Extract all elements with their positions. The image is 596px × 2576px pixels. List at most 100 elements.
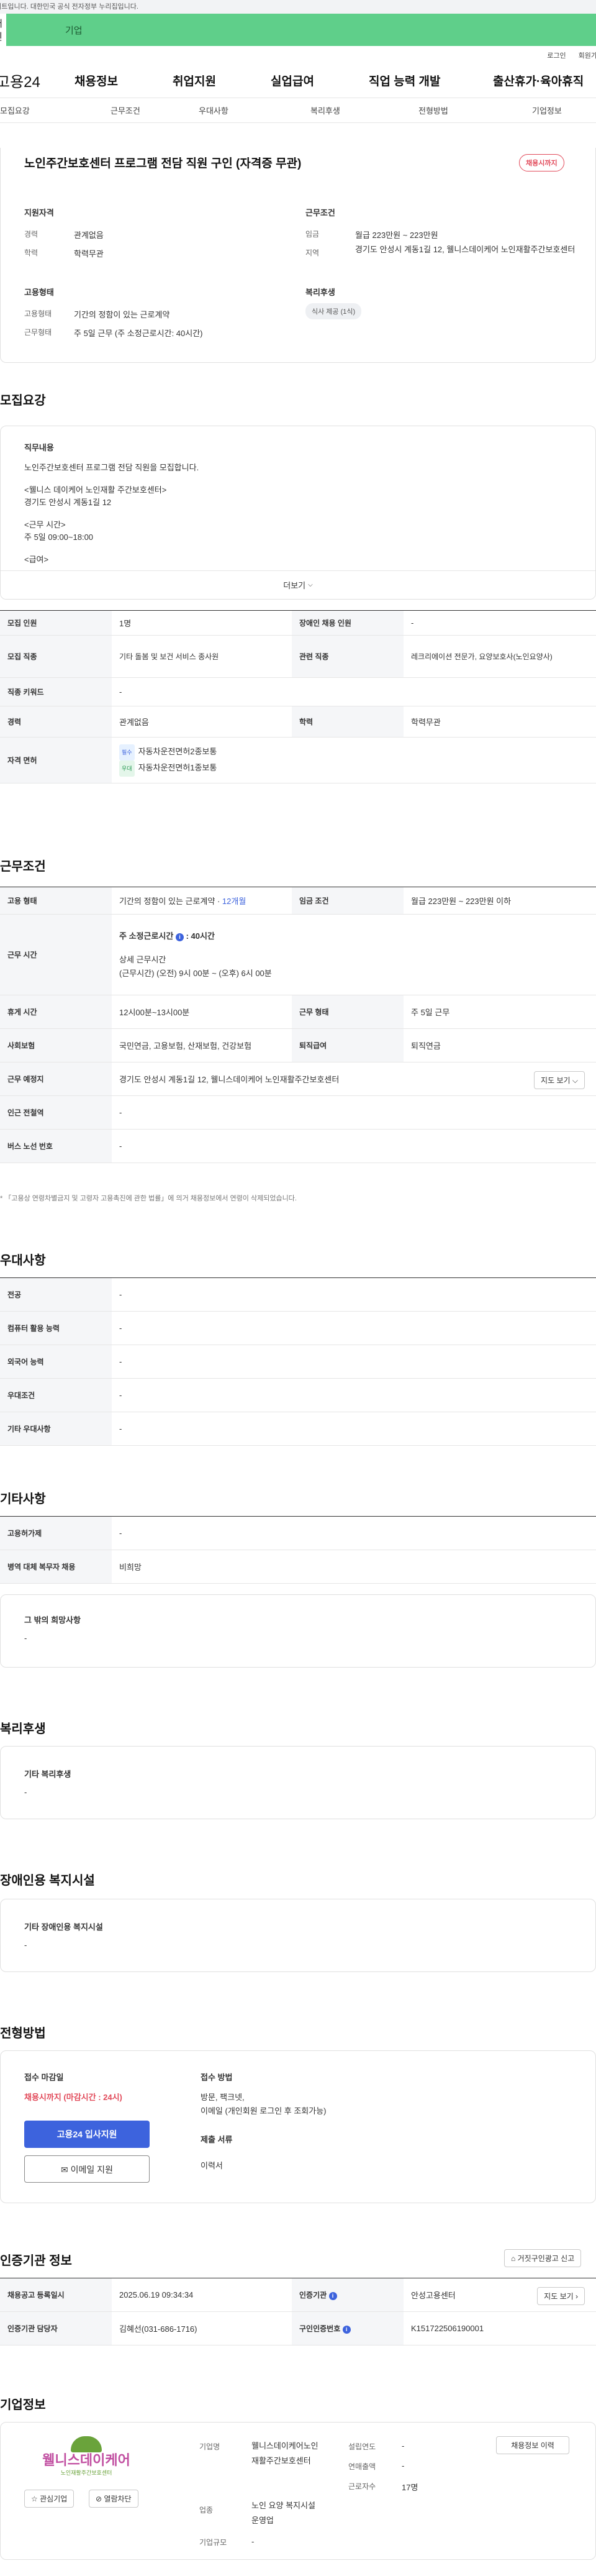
global-nav: 고용24 채용정보 취업지원 실업급여 직업 능력 개발 출산휴가·육아휴직 <box>0 63 596 98</box>
gov-notice-text: 사이트입니다. 대한민국 공식 전자정부 누리집입니다. <box>0 3 138 11</box>
section-subnav: 모집요강 근무조건 우대사항 복리후생 전형방법 기업정보 <box>0 98 596 123</box>
gnb-item-jobs[interactable]: 채용정보 <box>74 72 173 89</box>
join-link[interactable]: 회원가 <box>579 50 596 63</box>
pref-heading: 우대사항 <box>0 1254 46 1267</box>
apply-button[interactable]: 고용24 입사지원 <box>24 2121 150 2148</box>
welfare-title: 복리후생 <box>305 288 335 297</box>
page-title: 노인주간보호센터 프로그램 전담 직원 구인 (자격증 무관) <box>24 157 302 170</box>
welfare-box-title: 기타 복리후생 <box>24 1770 71 1779</box>
report-fake-ad-button[interactable]: ⌂ 거짓구인광고 신고 <box>504 2249 582 2267</box>
revenue-value: - <box>402 2461 405 2470</box>
utility-links: 로그인 회원가 <box>0 46 596 63</box>
welfare-pill: 식사 제공 (1식) <box>305 303 362 319</box>
emp-title: 고용형태 <box>24 288 54 297</box>
deadline-value: 채용시까지 (마감시간 : 24시) <box>24 2093 122 2102</box>
block-icon: ⊘ <box>96 2495 102 2503</box>
wage-value: 월급 223만원 ~ 223만원 <box>355 231 438 240</box>
company-size-label: 기업규모 <box>199 2538 227 2547</box>
employees-label: 근로자수 <box>348 2482 376 2491</box>
tab-business[interactable]: 기업 <box>6 14 596 46</box>
location-value: 경기도 안성시 계동1길 12, 웰니스데이케어 노인재활주간보호센터 <box>355 245 576 254</box>
agency-heading: 인증기관 정보 <box>0 2254 72 2268</box>
hours-value: 주 5일 근무 (주 소정근로시간: 40시간) <box>74 329 203 338</box>
house-icon: ⌂ <box>511 2254 516 2263</box>
founded-label: 설립연도 <box>348 2442 376 2451</box>
chevron-down-icon: ⌵ <box>308 582 313 588</box>
user-type-tabs: 개인 기업 <box>0 14 596 46</box>
agency-map-button[interactable]: 지도 보기 › <box>537 2287 585 2305</box>
subnav-conditions[interactable]: 근무조건 <box>111 104 199 116</box>
selection-card: 접수 마감일 채용시까지 (마감시간 : 24시) 고용24 입사지원 ✉ 이메… <box>0 2050 596 2203</box>
disability-box-value: - <box>24 1940 27 1950</box>
status-badge: 채용시까지 <box>519 154 564 171</box>
disability-card: 기타 장애인용 복지시설 - <box>0 1899 596 1972</box>
industry-value: 노인 요양 복지시설 운영업 <box>251 2501 315 2525</box>
company-logo: 웰니스데이케어 노인재활주간보호센터 <box>24 2436 148 2482</box>
duty-line-2: <웰니스 데이케어 노인재활 주간보호센터> <box>24 485 167 495</box>
email-apply-button[interactable]: ✉ 이메일 지원 <box>24 2155 150 2183</box>
cond-title: 근무조건 <box>305 208 335 217</box>
duty-line-4: <근무 시간> <box>24 520 66 529</box>
method-title: 접수 방법 <box>201 2073 233 2082</box>
hope-card: 그 밖의 희망사항 - <box>0 1594 596 1668</box>
revenue-label: 연매출액 <box>348 2462 376 2471</box>
edu-label: 학력 <box>24 249 38 257</box>
method-value-2: 이메일 (개인회원 로그인 후 조회가능) <box>201 2106 327 2116</box>
subnav-preference[interactable]: 우대사항 <box>199 104 310 116</box>
job-summary-card: 노인주간보호센터 프로그램 전담 직원 구인 (자격증 무관) 채용시까지 지원… <box>0 148 596 363</box>
gnb-item-unemployment[interactable]: 실업급여 <box>271 72 369 89</box>
info-icon[interactable]: i <box>342 2326 351 2334</box>
welfare-heading: 복리후생 <box>0 1722 46 1736</box>
chevron-down-icon: ⌵ <box>572 1076 578 1085</box>
duty-title: 직무내용 <box>24 443 54 452</box>
method-value-1: 방문, 팩크넷, <box>201 2093 245 2102</box>
duty-line-3: 경기도 안성시 계동1길 12 <box>24 498 112 507</box>
login-link[interactable]: 로그인 <box>547 50 566 63</box>
duty-line-5: 주 5일 09:00~18:00 <box>24 532 94 542</box>
deadline-title: 접수 마감일 <box>24 2073 64 2082</box>
etc-heading: 기타사항 <box>0 1492 46 1506</box>
company-name-label: 기업명 <box>199 2442 220 2451</box>
block-view-button[interactable]: ⊘ 열람차단 <box>89 2490 138 2508</box>
chevron-right-icon: › <box>576 2292 578 2301</box>
career-label: 경력 <box>24 230 38 239</box>
disability-box-title: 기타 장애인용 복지시설 <box>24 1922 103 1932</box>
info-icon[interactable]: i <box>328 2292 337 2300</box>
info-icon[interactable]: i <box>175 933 184 941</box>
location-label: 지역 <box>305 249 320 257</box>
career-value: 관계없음 <box>74 231 104 240</box>
disability-heading: 장애인용 복지시설 <box>0 1874 95 1888</box>
emptype-label: 고용형태 <box>24 309 52 318</box>
age-note: * 「고용상 연령차별금지 및 고령자 고용촉진에 관한 법률」에 의거 채용정… <box>0 1195 297 1202</box>
welfare-card: 기타 복리후생 - <box>0 1746 596 1819</box>
wage-label: 임금 <box>305 230 320 239</box>
company-size-value: - <box>251 2537 255 2546</box>
map-button[interactable]: 지도 보기 ⌵ <box>534 1071 585 1089</box>
industry-label: 업종 <box>199 2506 214 2514</box>
gov-notice-bar: 사이트입니다. 대한민국 공식 전자정부 누리집입니다. <box>0 0 596 14</box>
employees-value: 17명 <box>402 2483 418 2492</box>
hope-title: 그 밖의 희망사항 <box>24 1615 81 1625</box>
gnb-item-leave[interactable]: 출산휴가·육아휴직 <box>493 72 584 89</box>
subnav-welfare[interactable]: 복리후생 <box>310 104 418 116</box>
qual-title: 지원자격 <box>24 208 54 217</box>
founded-value: - <box>402 2441 405 2450</box>
company-name-value: 웰니스데이케어노인재활주간보호센터 <box>251 2441 318 2465</box>
site-logo[interactable]: 고용24 <box>0 70 71 91</box>
work-table: 고용 형태 기간의 정함이 있는 근로계약 · 12개월 임금 조건 월급 22… <box>0 887 596 1163</box>
tab-personal[interactable]: 개인 <box>0 14 6 46</box>
subnav-recruit[interactable]: 모집요강 <box>0 104 111 116</box>
more-button[interactable]: 더보기 ⌵ <box>1 570 595 599</box>
subnav-selection[interactable]: 전형방법 <box>418 104 532 116</box>
duty-card: 직무내용 노인주간보호센터 프로그램 전담 직원을 모집합니다. <웰니스 데이… <box>0 426 596 600</box>
job-history-button[interactable]: 채용정보 이력 <box>496 2436 569 2454</box>
favorite-company-button[interactable]: ☆ 관심기업 <box>24 2490 74 2508</box>
duty-line-6: <급여> <box>24 555 49 564</box>
subnav-company[interactable]: 기업정보 <box>532 104 562 116</box>
recruit-table: 모집 인원 1명 장애인 채용 인원 - 모집 직종 기타 돌봄 및 보건 서비… <box>0 610 596 783</box>
hours-label: 근무형태 <box>24 328 52 337</box>
gnb-item-employment-support[interactable]: 취업지원 <box>173 72 271 89</box>
company-card: 웰니스데이케어 노인재활주간보호센터 ☆ 관심기업 ⊘ 열람차단 기업명 웰니스… <box>0 2422 596 2560</box>
docs-title: 제출 서류 <box>201 2135 233 2144</box>
gnb-item-training[interactable]: 직업 능력 개발 <box>369 72 493 89</box>
